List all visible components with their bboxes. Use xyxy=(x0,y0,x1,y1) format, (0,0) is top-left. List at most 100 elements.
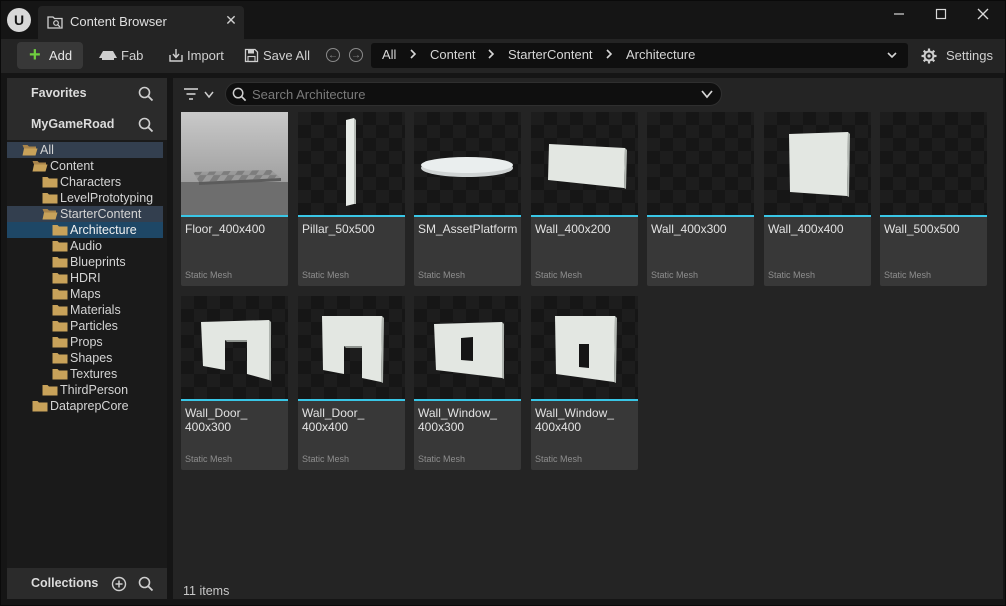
asset-name: Wall_Window_ 400x400 xyxy=(535,406,614,434)
chevron-right-icon[interactable] xyxy=(407,48,419,60)
tree-item-levelprototyping[interactable]: LevelPrototyping xyxy=(7,190,163,206)
breadcrumb-item-architecture[interactable]: Architecture xyxy=(626,47,695,62)
maximize-icon[interactable] xyxy=(927,5,955,27)
breadcrumb-item-content[interactable]: Content xyxy=(430,47,476,62)
asset-type-stripe xyxy=(880,215,987,217)
chevron-down-icon[interactable] xyxy=(701,90,713,99)
settings-button[interactable]: Settings xyxy=(919,42,999,69)
import-label: Import xyxy=(187,48,224,63)
tree-item-architecture[interactable]: Architecture xyxy=(7,222,163,238)
unreal-logo-icon[interactable]: U xyxy=(7,8,31,32)
tree-item-particles[interactable]: Particles xyxy=(7,318,163,334)
search-icon[interactable] xyxy=(138,576,154,592)
content-browser-icon xyxy=(47,16,63,29)
asset-tile[interactable]: Wall_400x400 Static Mesh xyxy=(764,112,871,286)
gear-icon xyxy=(921,48,937,64)
tree-item-dataprepcore[interactable]: DataprepCore xyxy=(7,398,163,414)
asset-tile[interactable]: Wall_400x200 Static Mesh xyxy=(531,112,638,286)
search-icon[interactable] xyxy=(138,86,154,102)
folder-icon xyxy=(52,368,68,380)
asset-type: Static Mesh xyxy=(884,270,932,280)
folder-icon xyxy=(52,224,68,236)
asset-type: Static Mesh xyxy=(651,270,699,280)
folder-open-icon xyxy=(22,144,38,156)
asset-tile[interactable]: Wall_400x300 Static Mesh xyxy=(647,112,754,286)
asset-tile[interactable]: Wall_500x500 Static Mesh xyxy=(880,112,987,286)
favorites-header[interactable]: Favorites xyxy=(7,78,167,109)
fab-icon xyxy=(99,51,117,60)
breadcrumb: All Content StarterContent Architecture xyxy=(371,43,908,68)
title-bar: U Content Browser ✕ xyxy=(1,1,1005,39)
logo-text: U xyxy=(13,12,25,28)
tree-item-label: DataprepCore xyxy=(50,399,129,413)
content-browser-window: U Content Browser ✕ + Add Fab Import Sav… xyxy=(0,0,1006,606)
tree-item-startercontent[interactable]: StarterContent xyxy=(7,206,163,222)
tree-item-hdri[interactable]: HDRI xyxy=(7,270,163,286)
tree-item-audio[interactable]: Audio xyxy=(7,238,163,254)
asset-tile[interactable]: Wall_Door_ 400x300 Static Mesh xyxy=(181,296,288,470)
add-collection-icon[interactable] xyxy=(111,576,127,592)
tab-content-browser[interactable]: Content Browser ✕ xyxy=(38,6,244,39)
asset-tile[interactable]: SM_AssetPlatform Static Mesh xyxy=(414,112,521,286)
add-button[interactable]: + Add xyxy=(17,42,83,69)
search-icon[interactable] xyxy=(138,117,154,133)
asset-name: Wall_400x200 xyxy=(535,222,611,236)
import-icon xyxy=(169,49,183,62)
folder-icon xyxy=(32,400,48,412)
asset-type: Static Mesh xyxy=(302,454,350,464)
asset-tile[interactable]: Wall_Window_ 400x400 Static Mesh xyxy=(531,296,638,470)
asset-tile[interactable]: Pillar_50x500 Static Mesh xyxy=(298,112,405,286)
asset-type-stripe xyxy=(414,215,521,217)
folder-icon xyxy=(52,304,68,316)
breadcrumb-item-startercontent[interactable]: StarterContent xyxy=(508,47,593,62)
asset-type-stripe xyxy=(531,399,638,401)
tree-item-materials[interactable]: Materials xyxy=(7,302,163,318)
folder-open-icon xyxy=(42,208,58,220)
tree-item-label: Materials xyxy=(70,303,121,317)
tree-item-shapes[interactable]: Shapes xyxy=(7,350,163,366)
filter-button[interactable] xyxy=(183,85,219,105)
folder-icon xyxy=(52,320,68,332)
save-all-button[interactable]: Save All xyxy=(244,42,314,69)
asset-tile[interactable]: Floor_400x400 Static Mesh xyxy=(181,112,288,286)
search-input[interactable] xyxy=(252,85,682,103)
folder-open-icon xyxy=(32,160,48,172)
asset-type-stripe xyxy=(647,215,754,217)
tree-item-label: Audio xyxy=(70,239,102,253)
asset-thumbnail xyxy=(880,112,987,215)
breadcrumb-item-all[interactable]: All xyxy=(382,47,396,62)
chevron-right-icon[interactable] xyxy=(603,48,615,60)
tree-item-props[interactable]: Props xyxy=(7,334,163,350)
tree-item-textures[interactable]: Textures xyxy=(7,366,163,382)
asset-type-stripe xyxy=(298,215,405,217)
asset-tile[interactable]: Wall_Window_ 400x300 Static Mesh xyxy=(414,296,521,470)
tree-item-all[interactable]: All xyxy=(7,142,163,158)
collections-header[interactable]: Collections xyxy=(7,568,167,599)
project-header[interactable]: MyGameRoad xyxy=(7,109,167,140)
close-tab-icon[interactable]: ✕ xyxy=(223,12,239,29)
back-icon[interactable]: ← xyxy=(326,48,340,62)
tree-item-thirdperson[interactable]: ThirdPerson xyxy=(7,382,163,398)
asset-tile[interactable]: Wall_Door_ 400x400 Static Mesh xyxy=(298,296,405,470)
settings-label: Settings xyxy=(946,48,993,63)
folder-icon xyxy=(42,384,58,396)
chevron-right-icon[interactable] xyxy=(485,48,497,60)
tree-item-content[interactable]: Content xyxy=(7,158,163,174)
asset-type: Static Mesh xyxy=(418,454,466,464)
folder-icon xyxy=(52,288,68,300)
search-icon xyxy=(232,87,247,102)
chevron-down-icon[interactable] xyxy=(886,49,898,61)
minimize-icon[interactable] xyxy=(885,5,913,27)
tree-item-label: Content xyxy=(50,159,94,173)
forward-icon[interactable]: → xyxy=(349,48,363,62)
tree-item-maps[interactable]: Maps xyxy=(7,286,163,302)
import-button[interactable]: Import xyxy=(166,42,232,69)
asset-thumbnail xyxy=(531,112,638,215)
tree-item-blueprints[interactable]: Blueprints xyxy=(7,254,163,270)
fab-button[interactable]: Fab xyxy=(95,42,155,69)
close-window-icon[interactable] xyxy=(969,5,997,27)
folder-icon xyxy=(52,352,68,364)
tree-item-characters[interactable]: Characters xyxy=(7,174,163,190)
asset-name: Floor_400x400 xyxy=(185,222,266,236)
asset-type-stripe xyxy=(181,215,288,217)
